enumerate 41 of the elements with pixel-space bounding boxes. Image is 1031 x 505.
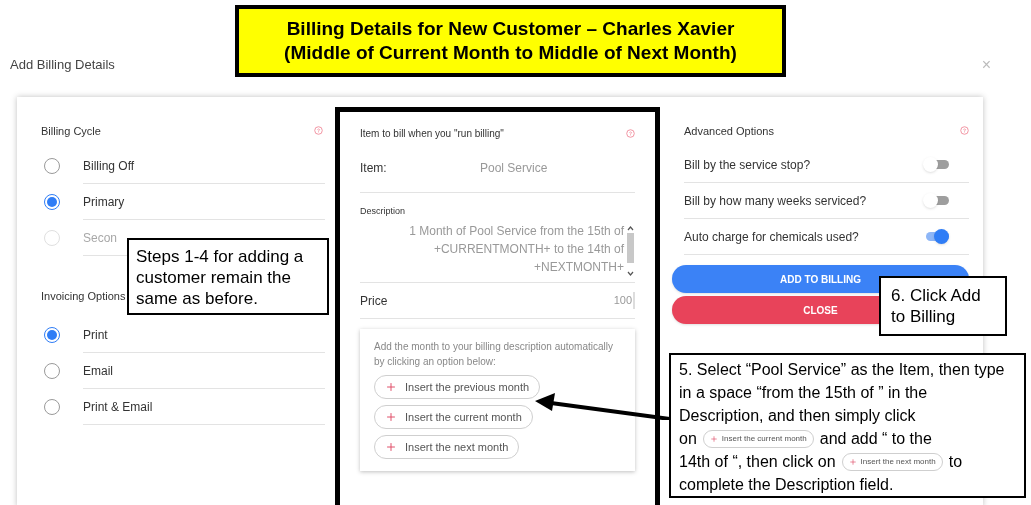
toggle-switch[interactable]	[923, 156, 949, 173]
section-title: Item to bill when you "run billing"	[360, 126, 504, 141]
plus-icon	[848, 457, 857, 466]
callout-text: to	[948, 452, 963, 472]
insert-month-button[interactable]: Insert the previous month	[374, 375, 541, 399]
plus-icon	[385, 381, 397, 393]
field-label: Item:	[360, 160, 388, 177]
toggle-label: Bill by how many weeks serviced?	[684, 192, 867, 210]
section-title: Billing Cycle	[41, 123, 101, 139]
callout-text: and add “ to the	[819, 429, 932, 449]
field-label: Description	[360, 204, 407, 218]
callout-text: Steps 1-4 for adding a customer remain the same as before.	[136, 246, 305, 309]
radio-label[interactable]: Print	[83, 325, 108, 344]
insert-month-button[interactable]: Insert the next month	[841, 452, 943, 471]
insert-month-button[interactable]: Insert the current month	[702, 429, 814, 448]
insert-month-button[interactable]: Insert the next month	[374, 435, 520, 459]
plus-icon	[385, 441, 397, 453]
section-title: Invoicing Options	[41, 290, 126, 302]
radio-label[interactable]: Email	[83, 361, 113, 380]
toggle-switch[interactable]	[923, 192, 949, 209]
radio-label[interactable]: Billing Off	[83, 156, 135, 175]
help-icon[interactable]	[314, 126, 323, 136]
field-label: Price	[360, 292, 388, 310]
helper-text: Add the month to your billing description automatically by clicking an option below:	[374, 340, 615, 369]
scrollbar-drawing[interactable]	[626, 224, 635, 278]
banner-text: (Middle of Current Month to Middle of Next Month)	[284, 41, 737, 65]
callout-text: complete the Description field.	[679, 475, 894, 495]
radio-label[interactable]: Primary	[83, 192, 125, 211]
insert-month-button[interactable]: Insert the current month	[374, 405, 533, 429]
section-title: Advanced Options	[684, 123, 774, 139]
toggle-label: Bill by the service stop?	[684, 156, 811, 174]
dialog-title: Add Billing Details	[10, 56, 115, 74]
banner-text: Billing Details for New Customer – Charles Xavier	[286, 17, 735, 41]
callout-text: on	[679, 429, 697, 449]
toggle-label: Auto charge for chemicals used?	[684, 228, 859, 246]
radio-label[interactable]: Print & Email	[83, 397, 153, 416]
plus-icon	[709, 434, 718, 443]
help-icon[interactable]	[960, 126, 969, 136]
callout-text: 14th of “, then click on	[679, 452, 836, 472]
help-icon[interactable]	[626, 128, 635, 138]
plus-icon	[385, 411, 397, 423]
